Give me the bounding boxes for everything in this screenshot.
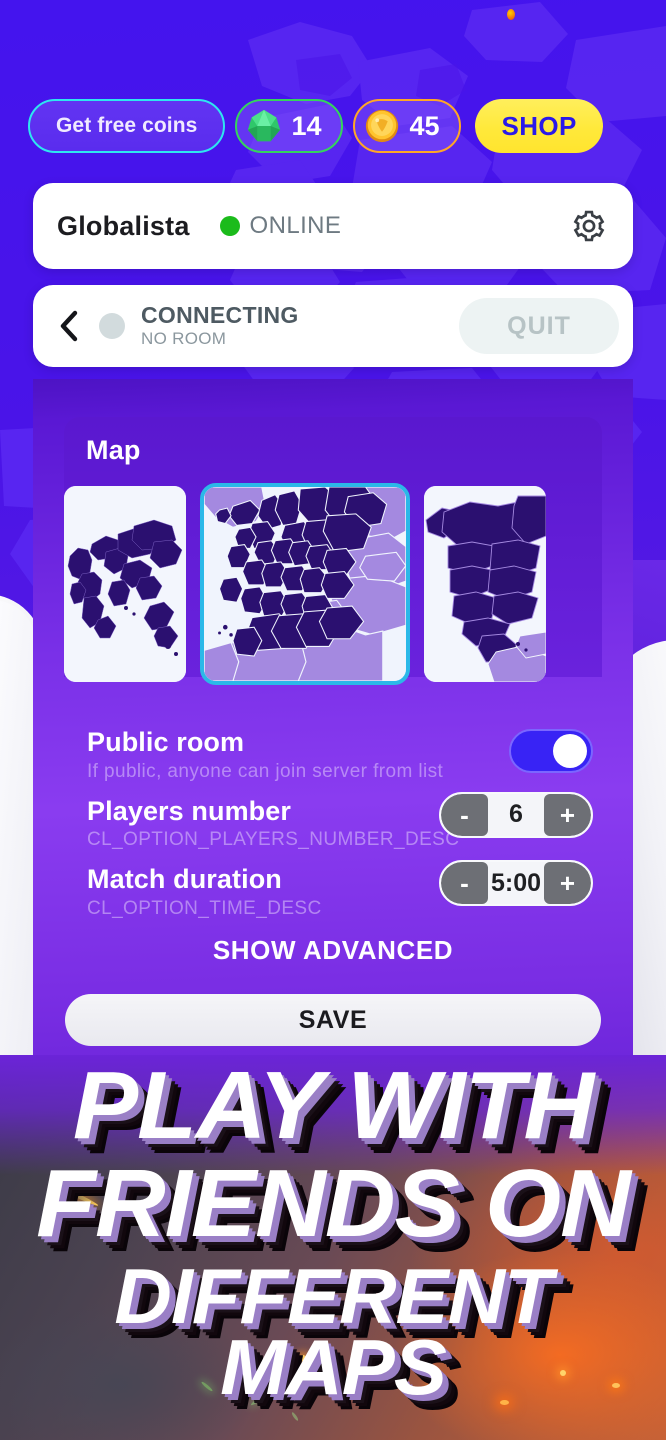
map-thumb-north-america[interactable] — [424, 486, 546, 682]
quit-label: QUIT — [507, 311, 571, 340]
top-currency-bar: Get free coins 14 45 SHOP — [0, 98, 666, 154]
shop-label: SHOP — [501, 110, 577, 141]
hero-line-2: FRIENDS ON — [36, 1150, 631, 1258]
setting-row-match-duration: Match duration CL_OPTION_TIME_DESC - 5:0… — [87, 860, 593, 921]
connection-title: CONNECTING — [141, 301, 299, 328]
map-thumbnail-row — [64, 483, 612, 685]
settings-button[interactable] — [567, 204, 611, 248]
players-number-stepper[interactable]: - 6 + — [439, 791, 593, 838]
back-button[interactable] — [53, 306, 85, 346]
players-decrement-button[interactable]: - — [441, 793, 488, 836]
profile-name: Globalista — [57, 210, 190, 241]
map-section-title: Map — [86, 435, 141, 465]
gear-icon — [573, 210, 605, 242]
duration-increment-button[interactable]: + — [544, 862, 591, 905]
coin-icon — [366, 109, 399, 143]
settings-rows: Public room If public, anyone can join s… — [87, 727, 593, 925]
map-thumb-world[interactable] — [64, 486, 186, 682]
show-advanced-button[interactable]: SHOW ADVANCED — [33, 935, 633, 966]
match-duration-value: 5:00 — [490, 868, 542, 897]
quit-button[interactable]: QUIT — [459, 298, 619, 354]
get-free-coins-button[interactable]: Get free coins — [28, 99, 226, 153]
get-free-coins-label: Get free coins — [56, 114, 198, 137]
players-increment-button[interactable]: + — [544, 793, 591, 836]
north-america-map-graphic — [424, 486, 546, 682]
public-room-toggle[interactable] — [509, 729, 593, 773]
connection-subtitle: NO ROOM — [141, 328, 227, 348]
setting-row-public-room: Public room If public, anyone can join s… — [87, 727, 593, 784]
save-button[interactable]: SAVE — [65, 994, 601, 1046]
coin-counter[interactable]: 45 — [353, 99, 462, 153]
connection-status-card: CONNECTING NO ROOM QUIT — [33, 285, 633, 367]
duration-decrement-button[interactable]: - — [441, 862, 488, 905]
coin-count: 45 — [409, 110, 440, 141]
chevron-left-icon — [60, 310, 78, 342]
match-duration-stepper[interactable]: - 5:00 + — [439, 860, 593, 907]
gem-count: 14 — [291, 110, 322, 141]
hero-headline: PLAY WITH FRIENDS ON DIFFERENT MAPS — [0, 1052, 666, 1412]
setting-row-players-number: Players number CL_OPTION_PLAYERS_NUMBER_… — [87, 791, 593, 853]
players-number-value: 6 — [509, 800, 523, 829]
world-map-graphic — [64, 486, 186, 682]
room-settings-panel: Map Public room If public, anyone can jo… — [33, 379, 633, 1055]
status-dot-icon — [219, 216, 240, 236]
status-label: ONLINE — [249, 212, 342, 239]
connection-spinner-icon — [99, 313, 125, 339]
shop-button[interactable]: SHOP — [475, 99, 603, 153]
hero-line-3: DIFFERENT MAPS — [114, 1251, 552, 1412]
map-thumb-europe[interactable] — [200, 483, 410, 685]
profile-card[interactable]: Globalista ONLINE — [33, 183, 633, 269]
online-status: ONLINE — [219, 212, 342, 240]
europe-map-graphic — [204, 487, 406, 681]
map-marker-dot — [507, 9, 515, 20]
gem-counter[interactable]: 14 — [235, 99, 344, 153]
save-label: SAVE — [298, 1005, 368, 1034]
toggle-knob — [553, 734, 587, 768]
hero-line-1: PLAY WITH — [72, 1052, 594, 1159]
connection-texts: CONNECTING NO ROOM — [141, 303, 299, 350]
gem-icon — [248, 109, 281, 142]
app-root: Get free coins 14 45 SHOP Globalista ONL… — [0, 0, 666, 1440]
